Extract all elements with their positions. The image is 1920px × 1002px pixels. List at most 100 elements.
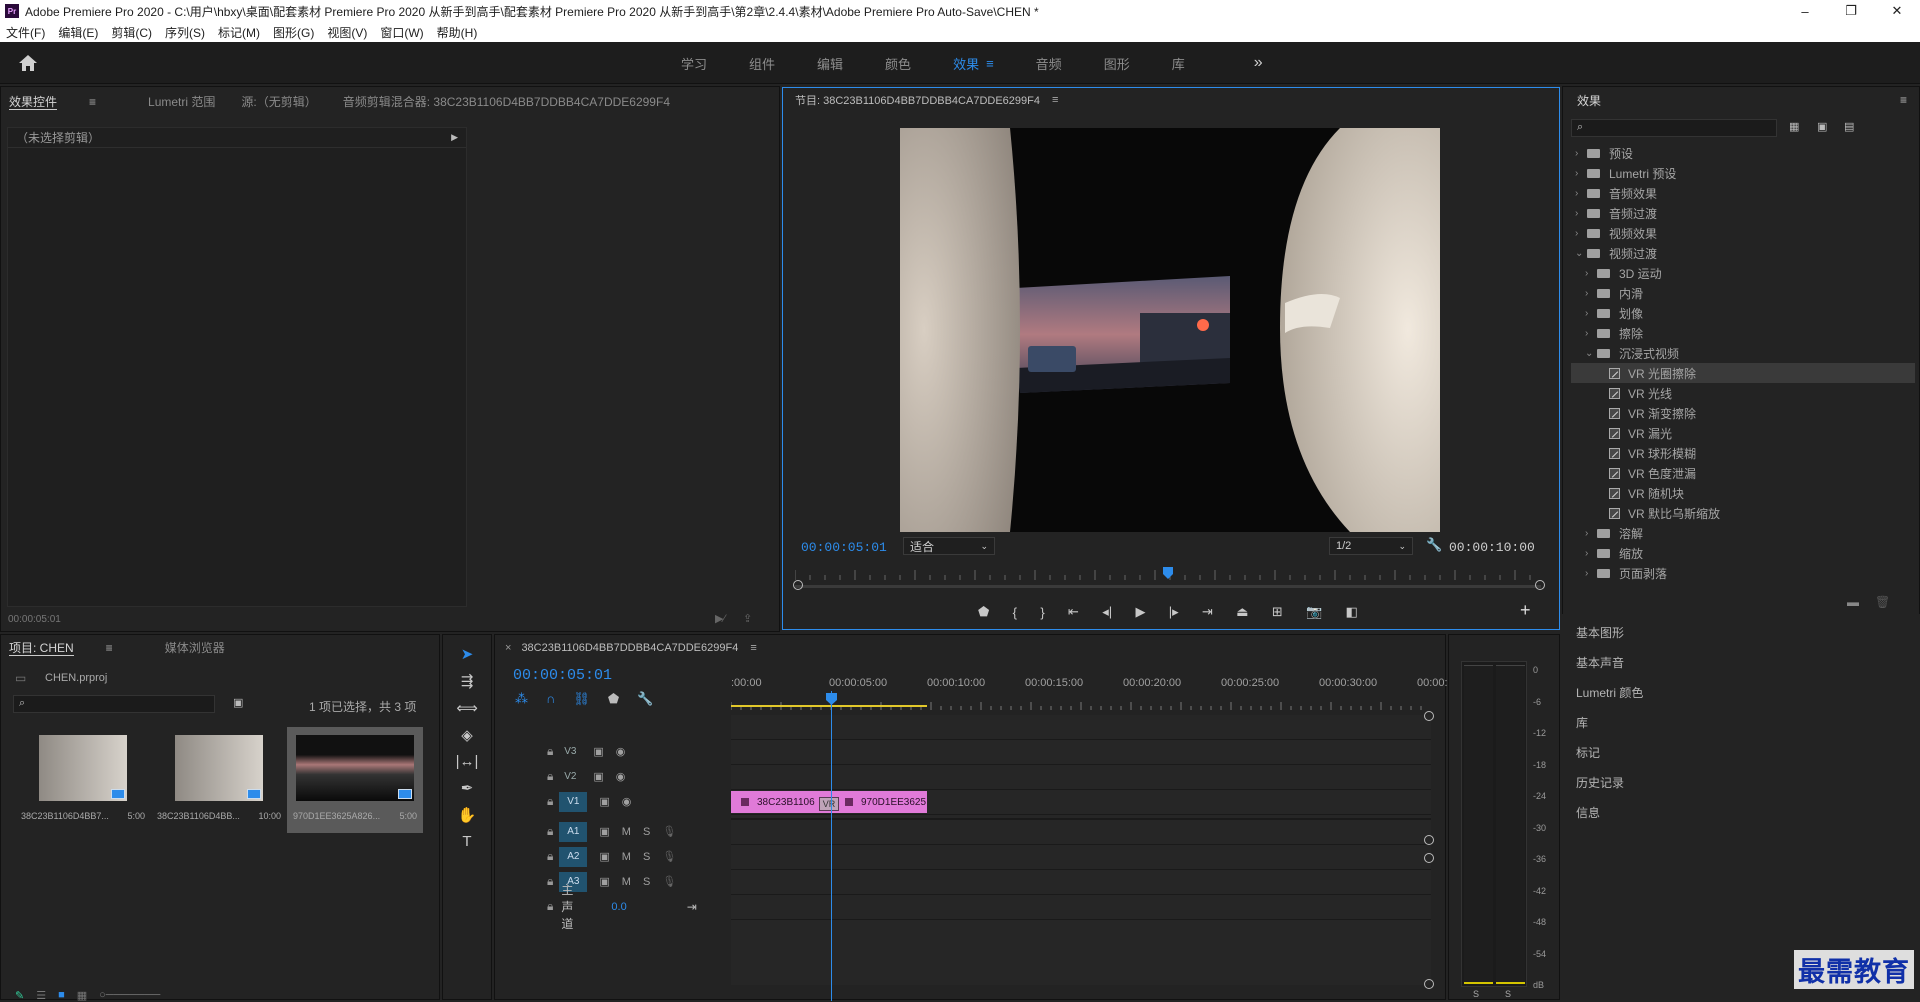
chevron-right-icon[interactable]: ›: [1585, 328, 1597, 339]
add-button-icon[interactable]: +: [1520, 600, 1531, 621]
menu-view[interactable]: 视图(V): [327, 24, 367, 41]
mute-button[interactable]: M: [622, 851, 631, 863]
wrench-icon[interactable]: 🔧: [1426, 537, 1442, 553]
effects-search-input[interactable]: ⌕: [1571, 119, 1777, 137]
track-target-a1[interactable]: A1: [559, 821, 588, 842]
chevron-right-icon[interactable]: ›: [1575, 148, 1587, 159]
menu-markers[interactable]: 标记(M): [218, 24, 260, 41]
effects-tree-item[interactable]: › 擦除: [1571, 323, 1915, 343]
project-item[interactable]: 970D1EE3625A826... 5:00: [287, 727, 423, 833]
effects-menu-icon[interactable]: ≡: [1900, 93, 1907, 107]
track-target-v1[interactable]: V1: [559, 791, 588, 812]
effects-tree-item[interactable]: › 预设: [1571, 143, 1915, 163]
menu-clip[interactable]: 剪辑(C): [111, 24, 152, 41]
timeline-playhead[interactable]: [826, 693, 837, 705]
mark-in-icon[interactable]: {: [1013, 605, 1017, 620]
timeline-clip-1[interactable]: 38C23B1106: [731, 791, 829, 813]
effects-tree-item[interactable]: › 音频效果: [1571, 183, 1915, 203]
collapsed-panel-header[interactable]: 信息: [1576, 798, 1643, 828]
effects-tree-item[interactable]: › 视频效果: [1571, 223, 1915, 243]
eye-icon[interactable]: ◉: [616, 745, 626, 758]
timeline-timecode[interactable]: 00:00:05:01: [513, 667, 612, 684]
chevron-right-icon[interactable]: ›: [1585, 268, 1597, 279]
chevron-down-icon[interactable]: ⌄: [1585, 348, 1597, 359]
razor-tool-icon[interactable]: ◈: [461, 726, 473, 744]
32bit-effects-icon[interactable]: ▣: [1817, 120, 1827, 133]
effects-tree-item[interactable]: › 3D 运动: [1571, 263, 1915, 283]
menu-sequence[interactable]: 序列(S): [165, 24, 205, 41]
type-tool-icon[interactable]: T: [462, 833, 471, 850]
menu-window[interactable]: 窗口(W): [380, 24, 423, 41]
share-icon[interactable]: ⇪: [743, 612, 752, 625]
mute-button[interactable]: M: [622, 826, 631, 838]
chevron-right-icon[interactable]: ›: [1585, 288, 1597, 299]
chevron-right-icon[interactable]: ›: [1575, 168, 1587, 179]
ripple-edit-tool-icon[interactable]: ⟺: [456, 699, 478, 717]
audio-scroll-handle-top[interactable]: [1424, 853, 1434, 863]
effects-tree-item[interactable]: VR 光圈擦除: [1571, 363, 1915, 383]
nest-icon[interactable]: ⁂: [515, 691, 528, 707]
find-icon[interactable]: ▣: [233, 696, 243, 709]
close-sequence-icon[interactable]: ×: [505, 642, 511, 654]
chevron-right-icon[interactable]: ›: [1585, 568, 1597, 579]
lift-icon[interactable]: ⏏: [1236, 604, 1248, 620]
mute-button[interactable]: M: [622, 876, 631, 888]
solo-button[interactable]: S: [643, 876, 650, 888]
zoom-slider[interactable]: ○───────: [99, 989, 160, 1002]
solo-right[interactable]: S: [1505, 989, 1511, 999]
video-scroll-handle-top[interactable]: [1424, 711, 1434, 721]
tab-source[interactable]: 源:（无剪辑）: [241, 93, 316, 110]
home-icon[interactable]: [18, 53, 38, 73]
menu-help[interactable]: 帮助(H): [437, 24, 478, 41]
new-bin-icon[interactable]: ▬: [1847, 595, 1859, 609]
go-to-end-icon[interactable]: ⇥: [687, 900, 697, 914]
workspace-tab-color[interactable]: 颜色: [885, 54, 911, 73]
chevron-right-icon[interactable]: ›: [1585, 308, 1597, 319]
collapsed-panel-header[interactable]: 基本图形: [1576, 618, 1643, 648]
tab-lumetri-scopes[interactable]: Lumetri 范围: [148, 93, 215, 110]
lock-icon[interactable]: 🔒︎: [547, 874, 553, 889]
step-back-icon[interactable]: ◂|: [1102, 604, 1112, 620]
effects-tree-item[interactable]: › 缩放: [1571, 543, 1915, 563]
expand-arrow-icon[interactable]: ▶: [451, 132, 458, 143]
hand-tool-icon[interactable]: ✋: [458, 806, 477, 824]
track-target-v2[interactable]: V2: [559, 767, 581, 787]
effects-tree-item[interactable]: VR 漏光: [1571, 423, 1915, 443]
menu-file[interactable]: 文件(F): [6, 24, 45, 41]
effects-tree-item[interactable]: › 划像: [1571, 303, 1915, 323]
program-zoom-bar[interactable]: [795, 585, 1541, 588]
lock-icon[interactable]: 🔒︎: [547, 769, 553, 784]
track-select-tool-icon[interactable]: ⇶: [461, 672, 474, 690]
sync-lock-icon[interactable]: ▣: [593, 770, 603, 783]
project-menu-icon[interactable]: ≡: [106, 641, 113, 655]
audio-scroll-handle-bottom[interactable]: [1424, 979, 1434, 989]
tab-effect-controls[interactable]: 效果控件 ≡: [9, 93, 122, 110]
sync-lock-icon[interactable]: ▣: [599, 875, 609, 888]
chevron-right-icon[interactable]: ›: [1585, 528, 1597, 539]
tab-project[interactable]: 项目: CHEN ≡: [9, 639, 139, 656]
chevron-right-icon[interactable]: ›: [1575, 188, 1587, 199]
track-target-v3[interactable]: V3: [559, 742, 581, 762]
lock-icon[interactable]: 🔒︎: [547, 794, 553, 809]
timeline-menu-icon[interactable]: ≡: [750, 642, 756, 654]
chevron-right-icon[interactable]: ›: [1585, 548, 1597, 559]
eye-icon[interactable]: ◉: [616, 770, 626, 783]
effects-tree-item[interactable]: › 页面剥落: [1571, 563, 1915, 583]
effects-tree-item[interactable]: VR 色度泄漏: [1571, 463, 1915, 483]
effects-tree-item[interactable]: VR 默比乌斯缩放: [1571, 503, 1915, 523]
program-playhead[interactable]: [1163, 567, 1173, 579]
effects-tree-item[interactable]: › 溶解: [1571, 523, 1915, 543]
project-search-input[interactable]: ⌕: [13, 695, 215, 713]
workspace-tab-graphics[interactable]: 图形: [1104, 54, 1130, 73]
project-item[interactable]: 38C23B1106D4BB7... 5:00: [15, 727, 151, 833]
tab-media-browser[interactable]: 媒体浏览器: [165, 639, 225, 656]
chevron-down-icon[interactable]: ⌄: [1575, 248, 1587, 259]
add-marker-icon[interactable]: ⬟: [978, 604, 989, 620]
chevron-right-icon[interactable]: ›: [1575, 208, 1587, 219]
workspace-tab-libraries[interactable]: 库: [1172, 54, 1185, 73]
step-forward-icon[interactable]: |▸: [1169, 604, 1179, 620]
solo-left[interactable]: S: [1473, 989, 1479, 999]
write-protect-icon[interactable]: ✎: [15, 989, 24, 1002]
lock-icon[interactable]: 🔒︎: [547, 849, 553, 864]
effects-tree-item[interactable]: ⌄ 沉浸式视频: [1571, 343, 1915, 363]
